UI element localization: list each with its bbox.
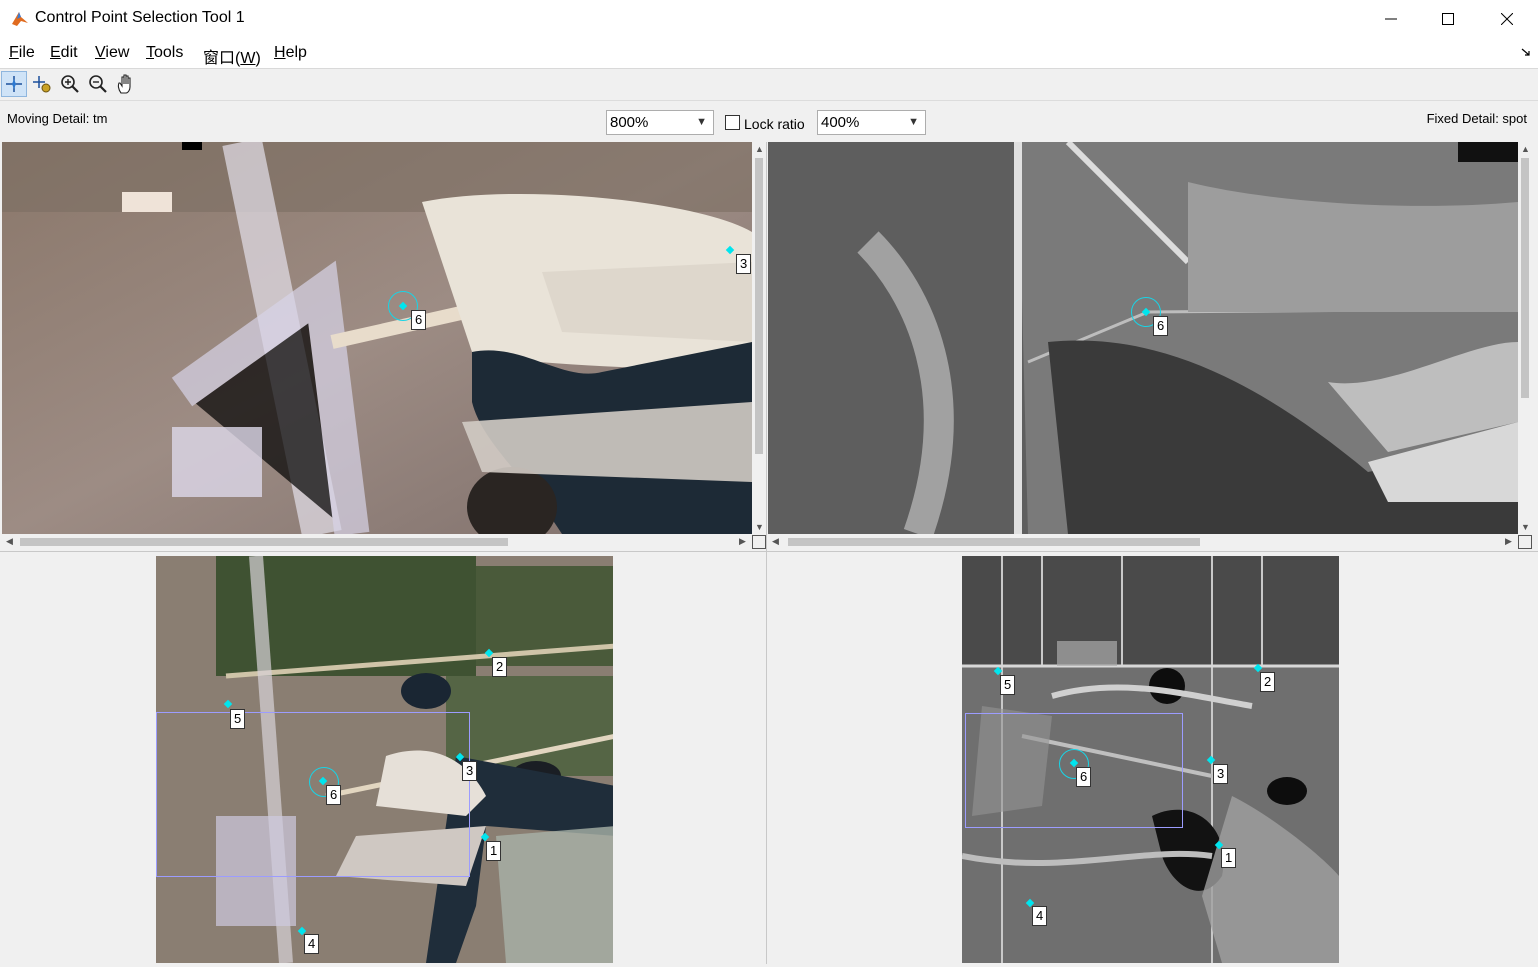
fixed-overview-image[interactable]: 5 2 3 6 1 4 bbox=[962, 556, 1339, 963]
moving-detail-vscroll[interactable]: ▲ ▼ bbox=[752, 142, 766, 534]
moving-detail-raster bbox=[2, 142, 752, 534]
control-point-label: 6 bbox=[411, 310, 427, 330]
moving-zoom-select[interactable]: 800% ▼ bbox=[606, 110, 714, 135]
predict-point-button[interactable] bbox=[29, 71, 55, 97]
scroll-right-icon[interactable]: ▶ bbox=[739, 536, 746, 547]
maximize-button[interactable] bbox=[1419, 0, 1477, 38]
control-point-label: 4 bbox=[304, 934, 320, 954]
fixed-detail-label: Fixed Detail: spot bbox=[1426, 111, 1527, 126]
lock-ratio-label[interactable]: Lock ratio bbox=[744, 116, 805, 132]
add-point-icon bbox=[6, 76, 22, 92]
scroll-up-icon[interactable]: ▲ bbox=[1521, 144, 1530, 154]
hand-pan-icon bbox=[117, 74, 131, 94]
fixed-detail-vscroll[interactable]: ▲ ▼ bbox=[1518, 142, 1532, 534]
zoom-in-icon bbox=[61, 75, 79, 93]
scroll-up-icon[interactable]: ▲ bbox=[755, 144, 764, 154]
scroll-thumb[interactable] bbox=[788, 538, 1200, 546]
minimize-icon bbox=[1385, 18, 1397, 20]
control-point-label: 2 bbox=[1260, 672, 1276, 692]
pan-button[interactable] bbox=[113, 71, 139, 97]
menu-edit[interactable]: Edit bbox=[50, 44, 78, 62]
vertical-divider[interactable] bbox=[766, 142, 767, 964]
fixed-zoom-select[interactable]: 400% ▼ bbox=[817, 110, 926, 135]
control-point-label: 3 bbox=[462, 761, 478, 781]
control-point-label: 5 bbox=[1000, 675, 1016, 695]
control-point-label: 1 bbox=[486, 841, 502, 861]
moving-overview-image[interactable]: 2 5 3 6 1 4 bbox=[156, 556, 613, 963]
menu-tools[interactable]: Tools bbox=[146, 44, 183, 62]
matlab-logo-icon bbox=[12, 12, 28, 26]
predict-point-icon bbox=[33, 76, 51, 93]
control-point-label: 6 bbox=[1076, 767, 1092, 787]
scroll-corner bbox=[752, 535, 766, 549]
window-title: Control Point Selection Tool 1 bbox=[35, 9, 245, 26]
scroll-thumb[interactable] bbox=[1521, 158, 1529, 398]
lock-ratio-checkbox[interactable] bbox=[725, 115, 740, 130]
control-point-label: 6 bbox=[326, 785, 342, 805]
fixed-detail-hscroll[interactable]: ◀ ▶ bbox=[768, 535, 1518, 549]
maximize-icon bbox=[1442, 13, 1454, 25]
menu-file[interactable]: File bbox=[9, 44, 35, 62]
zoom-out-icon bbox=[89, 75, 107, 93]
scroll-right-icon[interactable]: ▶ bbox=[1505, 536, 1512, 547]
scroll-down-icon[interactable]: ▼ bbox=[1521, 522, 1530, 532]
toolbar bbox=[0, 69, 1538, 101]
fixed-detail-raster bbox=[768, 142, 1518, 534]
fixed-detail-image[interactable]: 6 bbox=[768, 142, 1518, 534]
scroll-thumb[interactable] bbox=[755, 158, 763, 454]
menu-help[interactable]: Help bbox=[274, 44, 307, 62]
horizontal-divider[interactable] bbox=[0, 551, 1538, 552]
control-point-label: 3 bbox=[736, 254, 752, 274]
scroll-corner bbox=[1518, 535, 1532, 549]
control-point-label: 5 bbox=[230, 709, 246, 729]
scroll-left-icon[interactable]: ◀ bbox=[6, 536, 13, 547]
scroll-left-icon[interactable]: ◀ bbox=[772, 536, 779, 547]
scroll-thumb[interactable] bbox=[20, 538, 508, 546]
menu-window[interactable]: 窗口(W) bbox=[203, 44, 261, 68]
zoom-in-button[interactable] bbox=[57, 71, 83, 97]
menu-view[interactable]: View bbox=[95, 44, 129, 62]
control-point-label: 1 bbox=[1221, 848, 1237, 868]
add-point-button[interactable] bbox=[1, 71, 27, 97]
control-point-label: 4 bbox=[1032, 906, 1048, 926]
control-point-label: 2 bbox=[492, 657, 508, 677]
moving-detail-image[interactable]: 6 3 bbox=[2, 142, 752, 534]
detail-region-box[interactable] bbox=[156, 712, 470, 877]
close-button[interactable] bbox=[1478, 0, 1536, 38]
zoom-out-button[interactable] bbox=[85, 71, 111, 97]
control-point-label: 3 bbox=[1213, 764, 1229, 784]
scroll-down-icon[interactable]: ▼ bbox=[755, 522, 764, 532]
moving-detail-label: Moving Detail: tm bbox=[7, 111, 108, 126]
moving-detail-hscroll[interactable]: ◀ ▶ bbox=[2, 535, 752, 549]
close-icon bbox=[1501, 13, 1513, 25]
minimize-button[interactable] bbox=[1362, 0, 1420, 38]
chevron-down-icon: ▼ bbox=[908, 116, 919, 128]
control-point-label: 6 bbox=[1153, 316, 1169, 336]
chevron-down-icon: ▼ bbox=[696, 116, 707, 128]
dock-arrow-icon[interactable] bbox=[1521, 47, 1531, 57]
